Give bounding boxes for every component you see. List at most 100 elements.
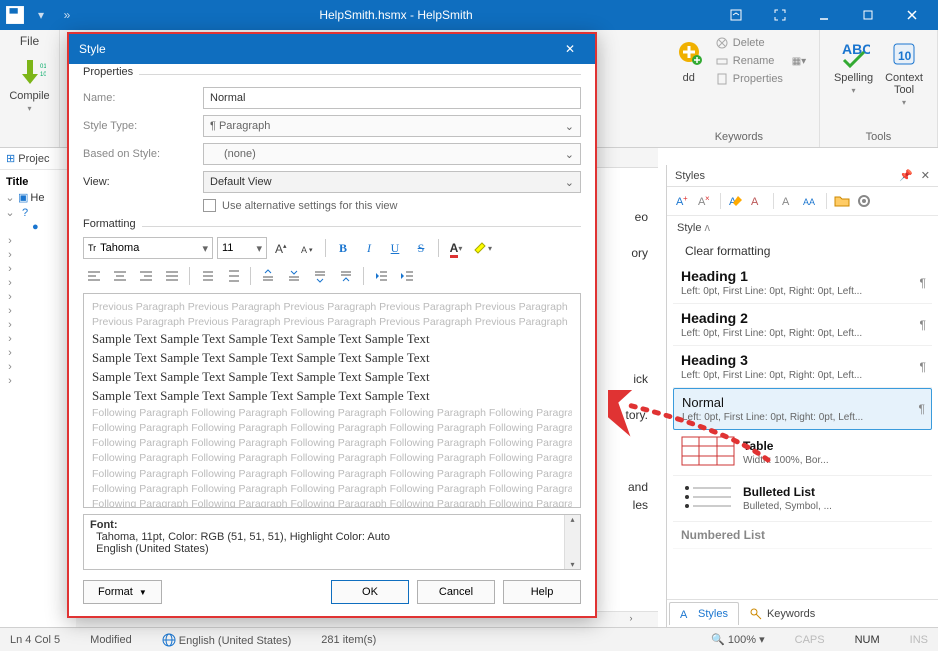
font-color-button[interactable]: A ▾ [445, 237, 467, 259]
tree-item[interactable]: ⌄? [0, 205, 75, 220]
space-after-dec-icon[interactable] [335, 265, 357, 287]
font-size-select[interactable]: 11▾ [217, 237, 267, 259]
highlight-button[interactable]: ▾ [471, 237, 493, 259]
tree-item[interactable]: › [0, 248, 75, 262]
properties-button[interactable]: Properties [711, 70, 787, 88]
increase-font-icon[interactable]: A▴ [271, 237, 293, 259]
add-keyword-button[interactable]: dd [667, 34, 711, 88]
italic-button[interactable]: I [358, 237, 380, 259]
clear-formatting[interactable]: Clear formatting [667, 240, 938, 262]
file-tab[interactable]: File 0110 Compile ▾ [0, 30, 60, 147]
title-bar: ▾ » HelpSmith.hsmx - HelpSmith [0, 0, 938, 30]
minimize-button[interactable] [802, 0, 846, 30]
decrease-indent-icon[interactable] [370, 265, 392, 287]
svg-text:10: 10 [40, 72, 46, 78]
styles-panel-header: Styles 📌 ✕ [667, 165, 938, 187]
style-item-heading2[interactable]: Heading 2 Left: 0pt, First Line: 0pt, Ri… [673, 304, 932, 346]
close-button[interactable] [890, 0, 934, 30]
based-on-select[interactable]: (none)⌄ [203, 143, 581, 165]
pilcrow-icon: ¶ [920, 276, 926, 290]
tab-keywords[interactable]: Keywords [739, 602, 825, 625]
gear-icon[interactable] [854, 191, 874, 211]
summary-scrollbar[interactable]: ▴▾ [564, 515, 580, 569]
style-options-icon[interactable]: A [748, 191, 768, 211]
tree-item[interactable]: › [0, 318, 75, 332]
close-icon[interactable]: ✕ [921, 169, 930, 182]
fullscreen-icon[interactable] [758, 0, 802, 30]
rename-button[interactable]: Rename [711, 52, 787, 70]
qa-dropdown-icon[interactable]: ▾ [30, 4, 52, 26]
pin-icon[interactable]: 📌 [899, 169, 913, 182]
spelling-button[interactable]: ABC Spelling ▾ [828, 34, 879, 111]
maximize-button[interactable] [846, 0, 890, 30]
align-left-icon[interactable] [83, 265, 105, 287]
style-a-icon[interactable]: A [779, 191, 799, 211]
tree-item[interactable]: › [0, 360, 75, 374]
language-status[interactable]: English (United States) [162, 633, 292, 647]
view-select[interactable]: Default View⌄ [203, 171, 581, 193]
name-input[interactable]: Normal [203, 87, 581, 109]
space-before-inc-icon[interactable] [257, 265, 279, 287]
svg-text:A: A [751, 196, 759, 208]
tree-item[interactable]: › [0, 290, 75, 304]
tree-item[interactable]: › [0, 262, 75, 276]
styles-bottom-tabs: AStyles Keywords [667, 599, 938, 627]
style-item-heading1[interactable]: Heading 1 Left: 0pt, First Line: 0pt, Ri… [673, 262, 932, 304]
ok-button[interactable]: OK [331, 580, 409, 604]
help-button[interactable]: Help [503, 580, 581, 604]
cancel-button[interactable]: Cancel [417, 580, 495, 604]
tree-item[interactable]: › [0, 374, 75, 388]
styles-toolbar: A+ A× A A A AA [667, 187, 938, 216]
tools-group: ABC Spelling ▾ 10 Context Tool ▾ Tools [820, 30, 938, 147]
style-item-bulleted[interactable]: Bulleted List Bulleted, Symbol, ... [673, 476, 932, 522]
name-label: Name: [83, 92, 193, 104]
tree-item[interactable]: › [0, 304, 75, 318]
style-type-select[interactable]: ¶ Paragraph⌄ [203, 115, 581, 137]
style-item-normal[interactable]: Normal Left: 0pt, First Line: 0pt, Right… [673, 388, 932, 430]
styles-list: Heading 1 Left: 0pt, First Line: 0pt, Ri… [667, 262, 938, 599]
tree-item[interactable]: › [0, 276, 75, 290]
tree-item[interactable]: › [0, 332, 75, 346]
dialog-close-button[interactable]: ✕ [555, 34, 585, 64]
alternative-settings-checkbox[interactable]: Use alternative settings for this view [203, 199, 581, 212]
align-right-icon[interactable] [135, 265, 157, 287]
strikethrough-button[interactable]: S [410, 237, 432, 259]
edit-style-icon[interactable]: A [726, 191, 746, 211]
style-item-heading3[interactable]: Heading 3 Left: 0pt, First Line: 0pt, Ri… [673, 346, 932, 388]
keywords-menu-icon[interactable]: ▦▾ [792, 56, 806, 67]
tab-styles[interactable]: AStyles [669, 602, 739, 625]
style-item-table[interactable]: Table Width: 100%, Bor... [673, 430, 932, 476]
align-center-icon[interactable] [109, 265, 131, 287]
style-section-label[interactable]: Style ᴧ [667, 216, 938, 240]
properties-label: Properties [83, 66, 139, 78]
tree-item[interactable]: › [0, 346, 75, 360]
context-tool-button[interactable]: 10 Context Tool ▾ [879, 34, 929, 111]
space-after-inc-icon[interactable] [309, 265, 331, 287]
compile-button[interactable]: 0110 Compile ▾ [0, 52, 59, 117]
align-justify-icon[interactable] [161, 265, 183, 287]
underline-button[interactable]: U [384, 237, 406, 259]
tree-item[interactable]: ● [0, 220, 75, 234]
delete-button[interactable]: Delete [711, 34, 787, 52]
tree-item[interactable]: › [0, 234, 75, 248]
tree-root[interactable]: ⌄▣ He [0, 190, 75, 205]
bold-button[interactable]: B [332, 237, 354, 259]
folder-icon[interactable] [832, 191, 852, 211]
delete-style-icon[interactable]: A× [695, 191, 715, 211]
style-aa-icon[interactable]: AA [801, 191, 821, 211]
ribbon-toggle-icon[interactable] [714, 0, 758, 30]
dialog-title-bar[interactable]: Style ✕ [69, 34, 595, 64]
space-before-dec-icon[interactable] [283, 265, 305, 287]
new-style-icon[interactable]: A+ [673, 191, 693, 211]
line-spacing-1-icon[interactable] [196, 265, 218, 287]
format-dropdown[interactable]: Format▼ [83, 580, 162, 604]
increase-indent-icon[interactable] [396, 265, 418, 287]
zoom-control[interactable]: 🔍 100% ▾ [711, 633, 764, 646]
style-item-numbered[interactable]: Numbered List [673, 522, 932, 549]
font-family-select[interactable]: TrTahoma▾ [83, 237, 213, 259]
line-spacing-2-icon[interactable] [222, 265, 244, 287]
svg-text:▾: ▾ [309, 247, 313, 254]
qa-more-icon[interactable]: » [56, 4, 78, 26]
decrease-font-icon[interactable]: A▾ [297, 237, 319, 259]
save-icon[interactable] [4, 4, 26, 26]
